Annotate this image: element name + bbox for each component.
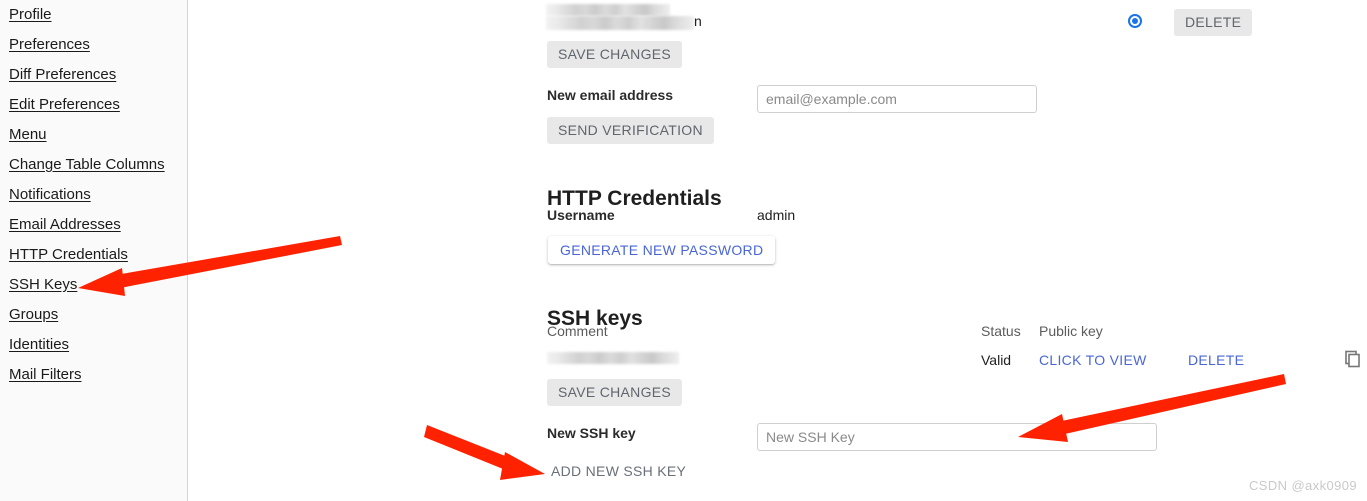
sidebar-item-identities[interactable]: Identities bbox=[9, 336, 69, 354]
sidebar-item-profile[interactable]: Profile bbox=[9, 6, 52, 24]
sidebar-item-http-credentials[interactable]: HTTP Credentials bbox=[9, 246, 128, 264]
new-email-label: New email address bbox=[547, 87, 674, 103]
http-username-label: Username bbox=[547, 207, 615, 223]
sidebar-item-notifications[interactable]: Notifications bbox=[9, 186, 91, 204]
save-changes-ssh-button[interactable]: SAVE CHANGES bbox=[547, 379, 683, 406]
copy-icon[interactable] bbox=[1344, 350, 1362, 368]
sidebar-item-groups[interactable]: Groups bbox=[9, 306, 58, 324]
generate-new-password-button[interactable]: GENERATE NEW PASSWORD bbox=[548, 236, 776, 264]
sidebar-item-menu[interactable]: Menu bbox=[9, 126, 47, 144]
delete-email-button[interactable]: DELETE bbox=[1174, 9, 1253, 36]
redacted-email-suffix: n bbox=[694, 13, 702, 29]
page-root: Profile Preferences Diff Preferences Edi… bbox=[0, 0, 1367, 501]
redacted-ssh-comment bbox=[547, 352, 679, 364]
click-to-view-public-key-button[interactable]: CLICK TO VIEW bbox=[1039, 352, 1147, 368]
sidebar-item-diff-preferences[interactable]: Diff Preferences bbox=[9, 66, 116, 84]
sidebar-item-edit-preferences[interactable]: Edit Preferences bbox=[9, 96, 120, 114]
sidebar-item-change-table-columns[interactable]: Change Table Columns bbox=[9, 156, 165, 174]
new-email-input[interactable] bbox=[757, 85, 1037, 113]
new-ssh-key-input[interactable] bbox=[757, 423, 1157, 451]
primary-email-radio[interactable] bbox=[1128, 14, 1142, 28]
settings-sidebar: Profile Preferences Diff Preferences Edi… bbox=[0, 0, 188, 501]
delete-ssh-key-button[interactable]: DELETE bbox=[1188, 352, 1244, 368]
ssh-comment-column-header: Comment bbox=[547, 323, 608, 339]
settings-main-panel: n DELETE SAVE CHANGES New email address … bbox=[188, 0, 1367, 501]
sidebar-item-email-addresses[interactable]: Email Addresses bbox=[9, 216, 121, 234]
redacted-email-line2 bbox=[546, 16, 694, 30]
redacted-email-line1 bbox=[546, 4, 670, 16]
http-username-value: admin bbox=[757, 207, 796, 223]
sidebar-item-ssh-keys[interactable]: SSH Keys bbox=[9, 276, 77, 294]
sidebar-item-mail-filters[interactable]: Mail Filters bbox=[9, 366, 82, 384]
send-verification-button[interactable]: SEND VERIFICATION bbox=[547, 117, 714, 144]
new-ssh-key-label: New SSH key bbox=[547, 425, 636, 441]
ssh-key-status: Valid bbox=[981, 352, 1012, 368]
ssh-status-column-header: Status bbox=[981, 323, 1021, 339]
ssh-public-key-column-header: Public key bbox=[1039, 323, 1103, 339]
sidebar-item-preferences[interactable]: Preferences bbox=[9, 36, 90, 54]
save-changes-email-button[interactable]: SAVE CHANGES bbox=[547, 41, 683, 68]
add-new-ssh-key-button[interactable]: ADD NEW SSH KEY bbox=[551, 463, 686, 479]
csdn-watermark: CSDN @axk0909 bbox=[1249, 478, 1357, 493]
